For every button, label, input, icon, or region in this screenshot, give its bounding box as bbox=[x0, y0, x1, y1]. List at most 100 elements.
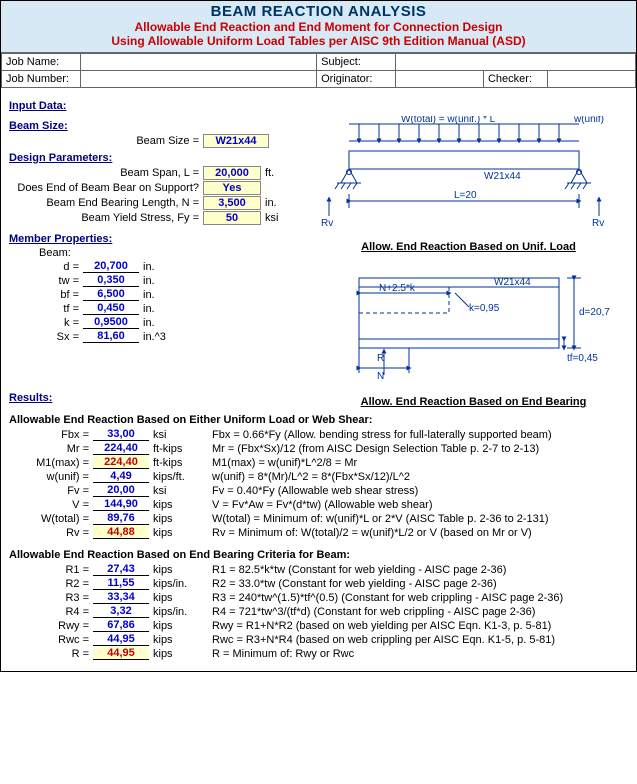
originator-field[interactable] bbox=[395, 71, 483, 88]
Fbx-label: Fbx = bbox=[9, 429, 93, 441]
N-input[interactable]: 3,500 bbox=[203, 196, 261, 210]
job-number-label: Job Number: bbox=[2, 71, 81, 88]
V-units: kips bbox=[149, 499, 198, 511]
V-desc: V = Fv*Aw = Fv*(d*tw) (Allowable web she… bbox=[198, 499, 433, 511]
R-units: kips bbox=[149, 648, 198, 660]
diagram-end-bearing: N+2.5*k k=0,95 W21x44 d=20,7 tf=0,45 R N bbox=[309, 263, 619, 383]
tw-units: in. bbox=[139, 275, 155, 287]
section-member-props: Member Properties: bbox=[9, 233, 309, 245]
beam-sublabel: Beam: bbox=[9, 247, 309, 259]
Fbx-units: ksi bbox=[149, 429, 198, 441]
tf-value: 0,450 bbox=[83, 302, 139, 315]
checker-field[interactable] bbox=[547, 71, 635, 88]
M1-value: 224,40 bbox=[93, 456, 149, 469]
R3-units: kips bbox=[149, 592, 198, 604]
d-value: 20,700 bbox=[83, 260, 139, 273]
Rv-units: kips bbox=[149, 527, 198, 539]
R-desc: R = Minimum of: Rwy or Rwc bbox=[198, 648, 354, 660]
Fy-input[interactable]: 50 bbox=[203, 211, 261, 225]
Rv-desc: Rv = Minimum of: W(total)/2 = w(unif)*L/… bbox=[198, 527, 532, 539]
M1-units: ft-kips bbox=[149, 457, 198, 469]
R3-value: 33,34 bbox=[93, 591, 149, 604]
Fy-units: ksi bbox=[261, 212, 278, 224]
svg-text:w(unif): w(unif) bbox=[573, 116, 604, 125]
svg-text:Rv: Rv bbox=[321, 218, 333, 229]
R-label: R = bbox=[9, 648, 93, 660]
worksheet: BEAM REACTION ANALYSIS Allowable End Rea… bbox=[0, 0, 637, 672]
diagram2-caption: Allow. End Reaction Based on End Bearing bbox=[319, 396, 628, 408]
tf-label: tf = bbox=[9, 303, 83, 315]
Rwy-units: kips bbox=[149, 620, 198, 632]
Wtot-units: kips bbox=[149, 513, 198, 525]
svg-text:N+2.5*k: N+2.5*k bbox=[379, 283, 416, 294]
R2-units: kips/in. bbox=[149, 578, 198, 590]
Fy-label: Beam Yield Stress, Fy = bbox=[9, 212, 203, 224]
R4-desc: R4 = 721*tw^3/(tf*d) (Constant for web c… bbox=[198, 606, 535, 618]
Mr-label: Mr = bbox=[9, 443, 93, 455]
Fv-value: 20,00 bbox=[93, 484, 149, 497]
Rwc-units: kips bbox=[149, 634, 198, 646]
section-results: Results: bbox=[9, 392, 319, 404]
Rv-value: 44,88 bbox=[93, 526, 149, 539]
Wtot-value: 89,76 bbox=[93, 512, 149, 525]
header-table: Job Name: Subject: Job Number: Originato… bbox=[1, 53, 636, 88]
beam-size-input[interactable]: W21x44 bbox=[203, 134, 269, 148]
Rwc-value: 44,95 bbox=[93, 633, 149, 646]
d-units: in. bbox=[139, 261, 155, 273]
R3-desc: R3 = 240*tw^(1.5)*tf^(0.5) (Constant for… bbox=[198, 592, 563, 604]
svg-text:Rv: Rv bbox=[592, 218, 604, 229]
svg-text:W21x44: W21x44 bbox=[494, 277, 531, 288]
section-uniform-shear: Allowable End Reaction Based on Either U… bbox=[9, 414, 628, 426]
Rwy-desc: Rwy = R1+N*R2 (based on web yielding per… bbox=[198, 620, 551, 632]
svg-text:W21x44: W21x44 bbox=[484, 171, 521, 182]
bear-label: Does End of Beam Bear on Support? bbox=[9, 182, 203, 194]
wunif-value: 4,49 bbox=[93, 470, 149, 483]
bf-label: bf = bbox=[9, 289, 83, 301]
span-units: ft. bbox=[261, 167, 274, 179]
bf-value: 6,500 bbox=[83, 288, 139, 301]
job-name-field[interactable] bbox=[80, 54, 316, 71]
title-line2: Allowable End Reaction and End Moment fo… bbox=[1, 20, 636, 34]
N-label: Beam End Bearing Length, N = bbox=[9, 197, 203, 209]
M1-desc: M1(max) = w(unif)*L^2/8 = Mr bbox=[198, 457, 357, 469]
diagram-uniform-load: W(total) = w(unif.) * L w(unif) W21x44 L… bbox=[309, 116, 619, 236]
Fbx-value: 33,00 bbox=[93, 428, 149, 441]
Rwc-desc: Rwc = R3+N*R4 (based on web crippling pe… bbox=[198, 634, 555, 646]
k-value: 0,9500 bbox=[83, 316, 139, 329]
subject-field[interactable] bbox=[395, 54, 635, 71]
Sx-units: in.^3 bbox=[139, 331, 166, 343]
R1-units: kips bbox=[149, 564, 198, 576]
subject-label: Subject: bbox=[317, 54, 396, 71]
wunif-units: kips/ft. bbox=[149, 471, 198, 483]
R1-value: 27,43 bbox=[93, 563, 149, 576]
diagram1-caption: Allow. End Reaction Based on Unif. Load bbox=[309, 241, 628, 253]
R4-value: 3,32 bbox=[93, 605, 149, 618]
Wtot-label: W(total) = bbox=[9, 513, 93, 525]
span-label: Beam Span, L = bbox=[9, 167, 203, 179]
Rwc-label: Rwc = bbox=[9, 634, 93, 646]
section-input-data: Input Data: bbox=[9, 100, 628, 112]
Fv-desc: Fv = 0.40*Fy (Allowable web shear stress… bbox=[198, 485, 418, 497]
R4-units: kips/in. bbox=[149, 606, 198, 618]
beam-size-label: Beam Size = bbox=[9, 135, 203, 147]
Wtot-desc: W(total) = Minimum of: w(unif)*L or 2*V … bbox=[198, 513, 549, 525]
V-value: 144,90 bbox=[93, 498, 149, 511]
R2-desc: R2 = 33.0*tw (Constant for web yielding … bbox=[198, 578, 497, 590]
svg-text:N: N bbox=[377, 371, 384, 382]
Rv-label: Rv = bbox=[9, 527, 93, 539]
job-number-field[interactable] bbox=[80, 71, 316, 88]
R1-label: R1 = bbox=[9, 564, 93, 576]
d-label: d = bbox=[9, 261, 83, 273]
span-input[interactable]: 20,000 bbox=[203, 166, 261, 180]
svg-text:R: R bbox=[377, 353, 384, 364]
job-name-label: Job Name: bbox=[2, 54, 81, 71]
Mr-value: 224,40 bbox=[93, 442, 149, 455]
bear-input[interactable]: Yes bbox=[203, 181, 261, 195]
Mr-desc: Mr = (Fbx*Sx)/12 (from AISC Design Selec… bbox=[198, 443, 539, 455]
R-value: 44,95 bbox=[93, 647, 149, 660]
svg-text:k=0,95: k=0,95 bbox=[469, 303, 500, 314]
R2-value: 11,55 bbox=[93, 577, 149, 590]
M1-label: M1(max) = bbox=[9, 457, 93, 469]
originator-label: Originator: bbox=[317, 71, 396, 88]
Fv-label: Fv = bbox=[9, 485, 93, 497]
